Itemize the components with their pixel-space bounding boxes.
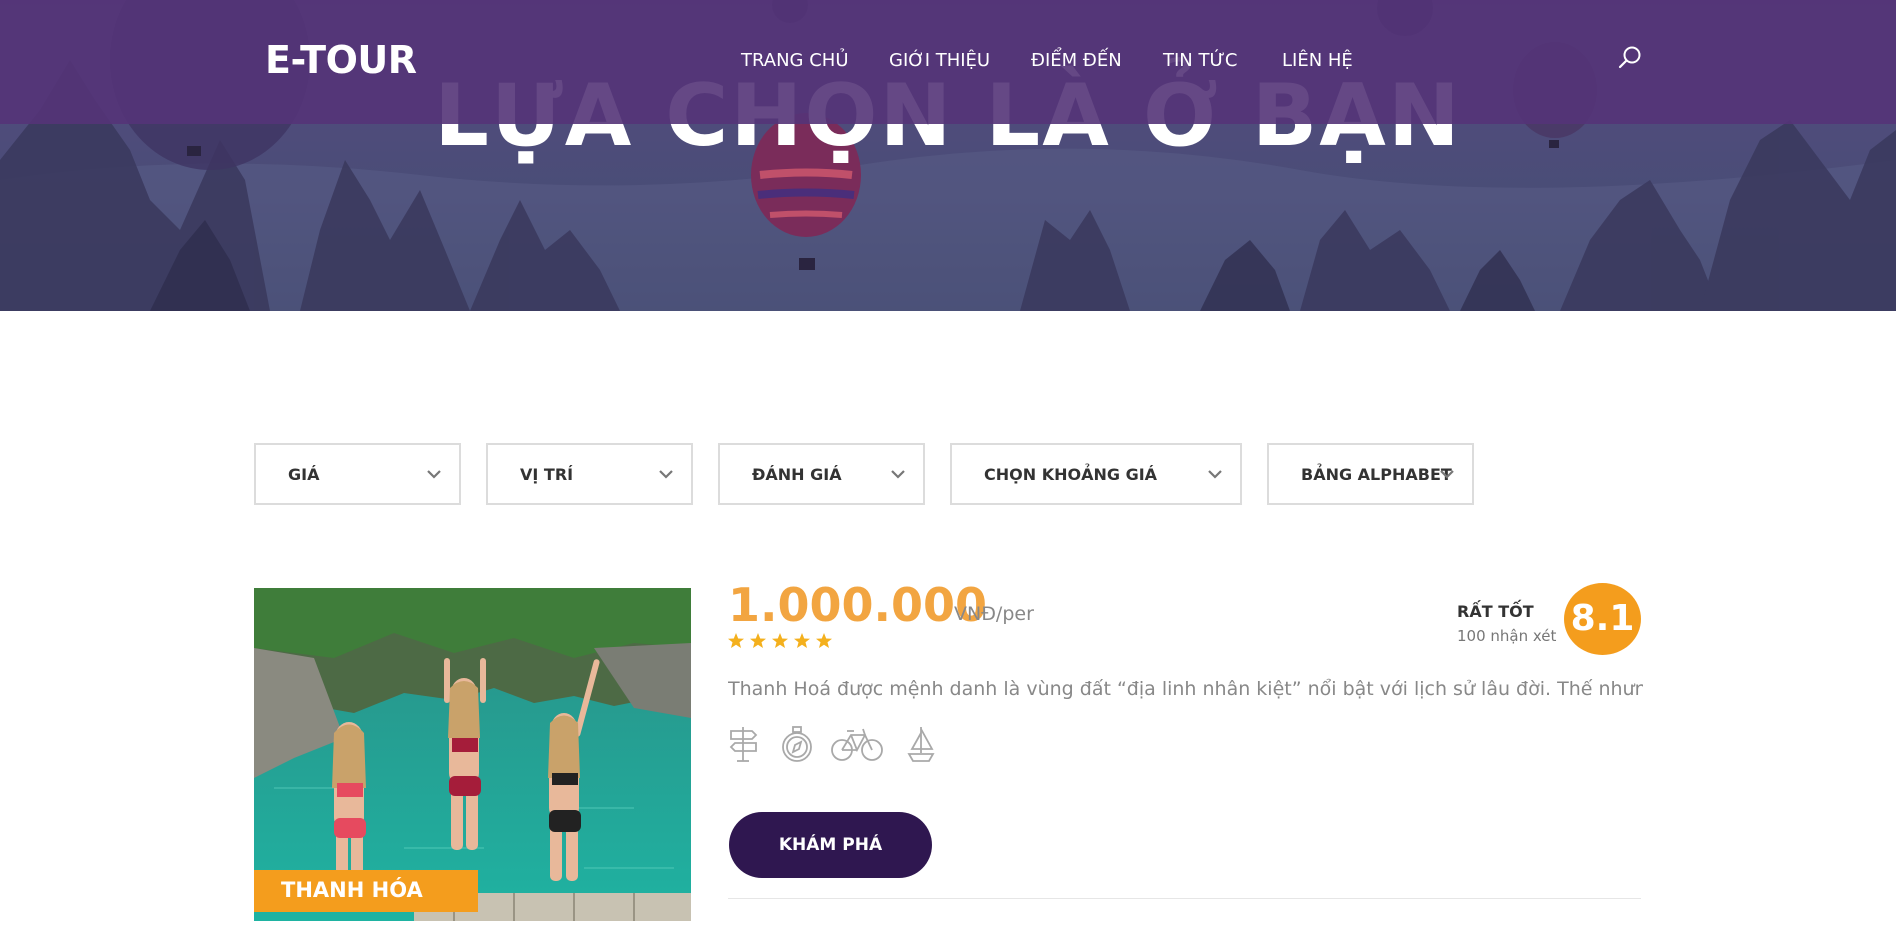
filter-price-label: GIÁ [288, 465, 320, 484]
nav-item-home[interactable]: TRANG CHỦ [741, 50, 849, 71]
nav-item-destinations[interactable]: ĐIỂM ĐẾN [1031, 50, 1122, 71]
search-icon[interactable] [1617, 45, 1643, 71]
chevron-down-icon [659, 470, 673, 479]
filter-price-range-label: CHỌN KHOẢNG GIÁ [984, 465, 1158, 484]
review-count[interactable]: 100 nhận xét [1457, 627, 1556, 645]
filter-alphabet[interactable]: BẢNG ALPHABET [1267, 443, 1474, 505]
explore-button[interactable]: KHÁM PHÁ [729, 812, 932, 878]
star-icon [816, 633, 832, 648]
site-header: E-TOUR TRANG CHỦ GIỚI THIỆU ĐIỂM ĐẾN TIN… [0, 0, 1896, 124]
score-badge: 8.1 [1564, 583, 1641, 655]
site-logo[interactable]: E-TOUR [265, 38, 417, 82]
divider [728, 898, 1641, 899]
bicycle-icon [831, 728, 883, 761]
tour-price: 1.000.000 [728, 578, 987, 632]
chevron-down-icon [1208, 470, 1222, 479]
star-icon [772, 633, 788, 648]
star-icon [750, 633, 766, 648]
filter-price[interactable]: GIÁ [254, 443, 461, 505]
filter-price-range[interactable]: CHỌN KHOẢNG GIÁ [950, 443, 1242, 505]
signpost-icon [729, 727, 758, 762]
filter-rating-label: ĐÁNH GIÁ [752, 465, 842, 484]
price-unit: VNĐ/per [954, 603, 1034, 625]
location-label: THANH HÓA [281, 878, 423, 902]
tour-description: Thanh Hoá được mệnh danh là vùng đất “đị… [728, 678, 1643, 700]
location-badge: THANH HÓA [254, 870, 478, 912]
compass-icon [782, 726, 812, 762]
filter-rating[interactable]: ĐÁNH GIÁ [718, 443, 925, 505]
nav-item-contact[interactable]: LIÊN HỆ [1282, 50, 1353, 71]
filter-location-label: VỊ TRÍ [520, 465, 574, 484]
star-rating [728, 633, 832, 648]
star-icon [728, 633, 744, 648]
chevron-down-icon [1440, 470, 1454, 479]
nav-item-news[interactable]: TIN TỨC [1163, 50, 1238, 71]
rating-label: RẤT TỐT [1457, 602, 1534, 621]
chevron-down-icon [427, 470, 441, 479]
filter-location[interactable]: VỊ TRÍ [486, 443, 693, 505]
chevron-down-icon [891, 470, 905, 479]
filter-alphabet-label: BẢNG ALPHABET [1301, 465, 1452, 484]
star-icon [794, 633, 810, 648]
nav-item-about[interactable]: GIỚI THIỆU [889, 50, 990, 71]
sailboat-icon [907, 727, 935, 762]
